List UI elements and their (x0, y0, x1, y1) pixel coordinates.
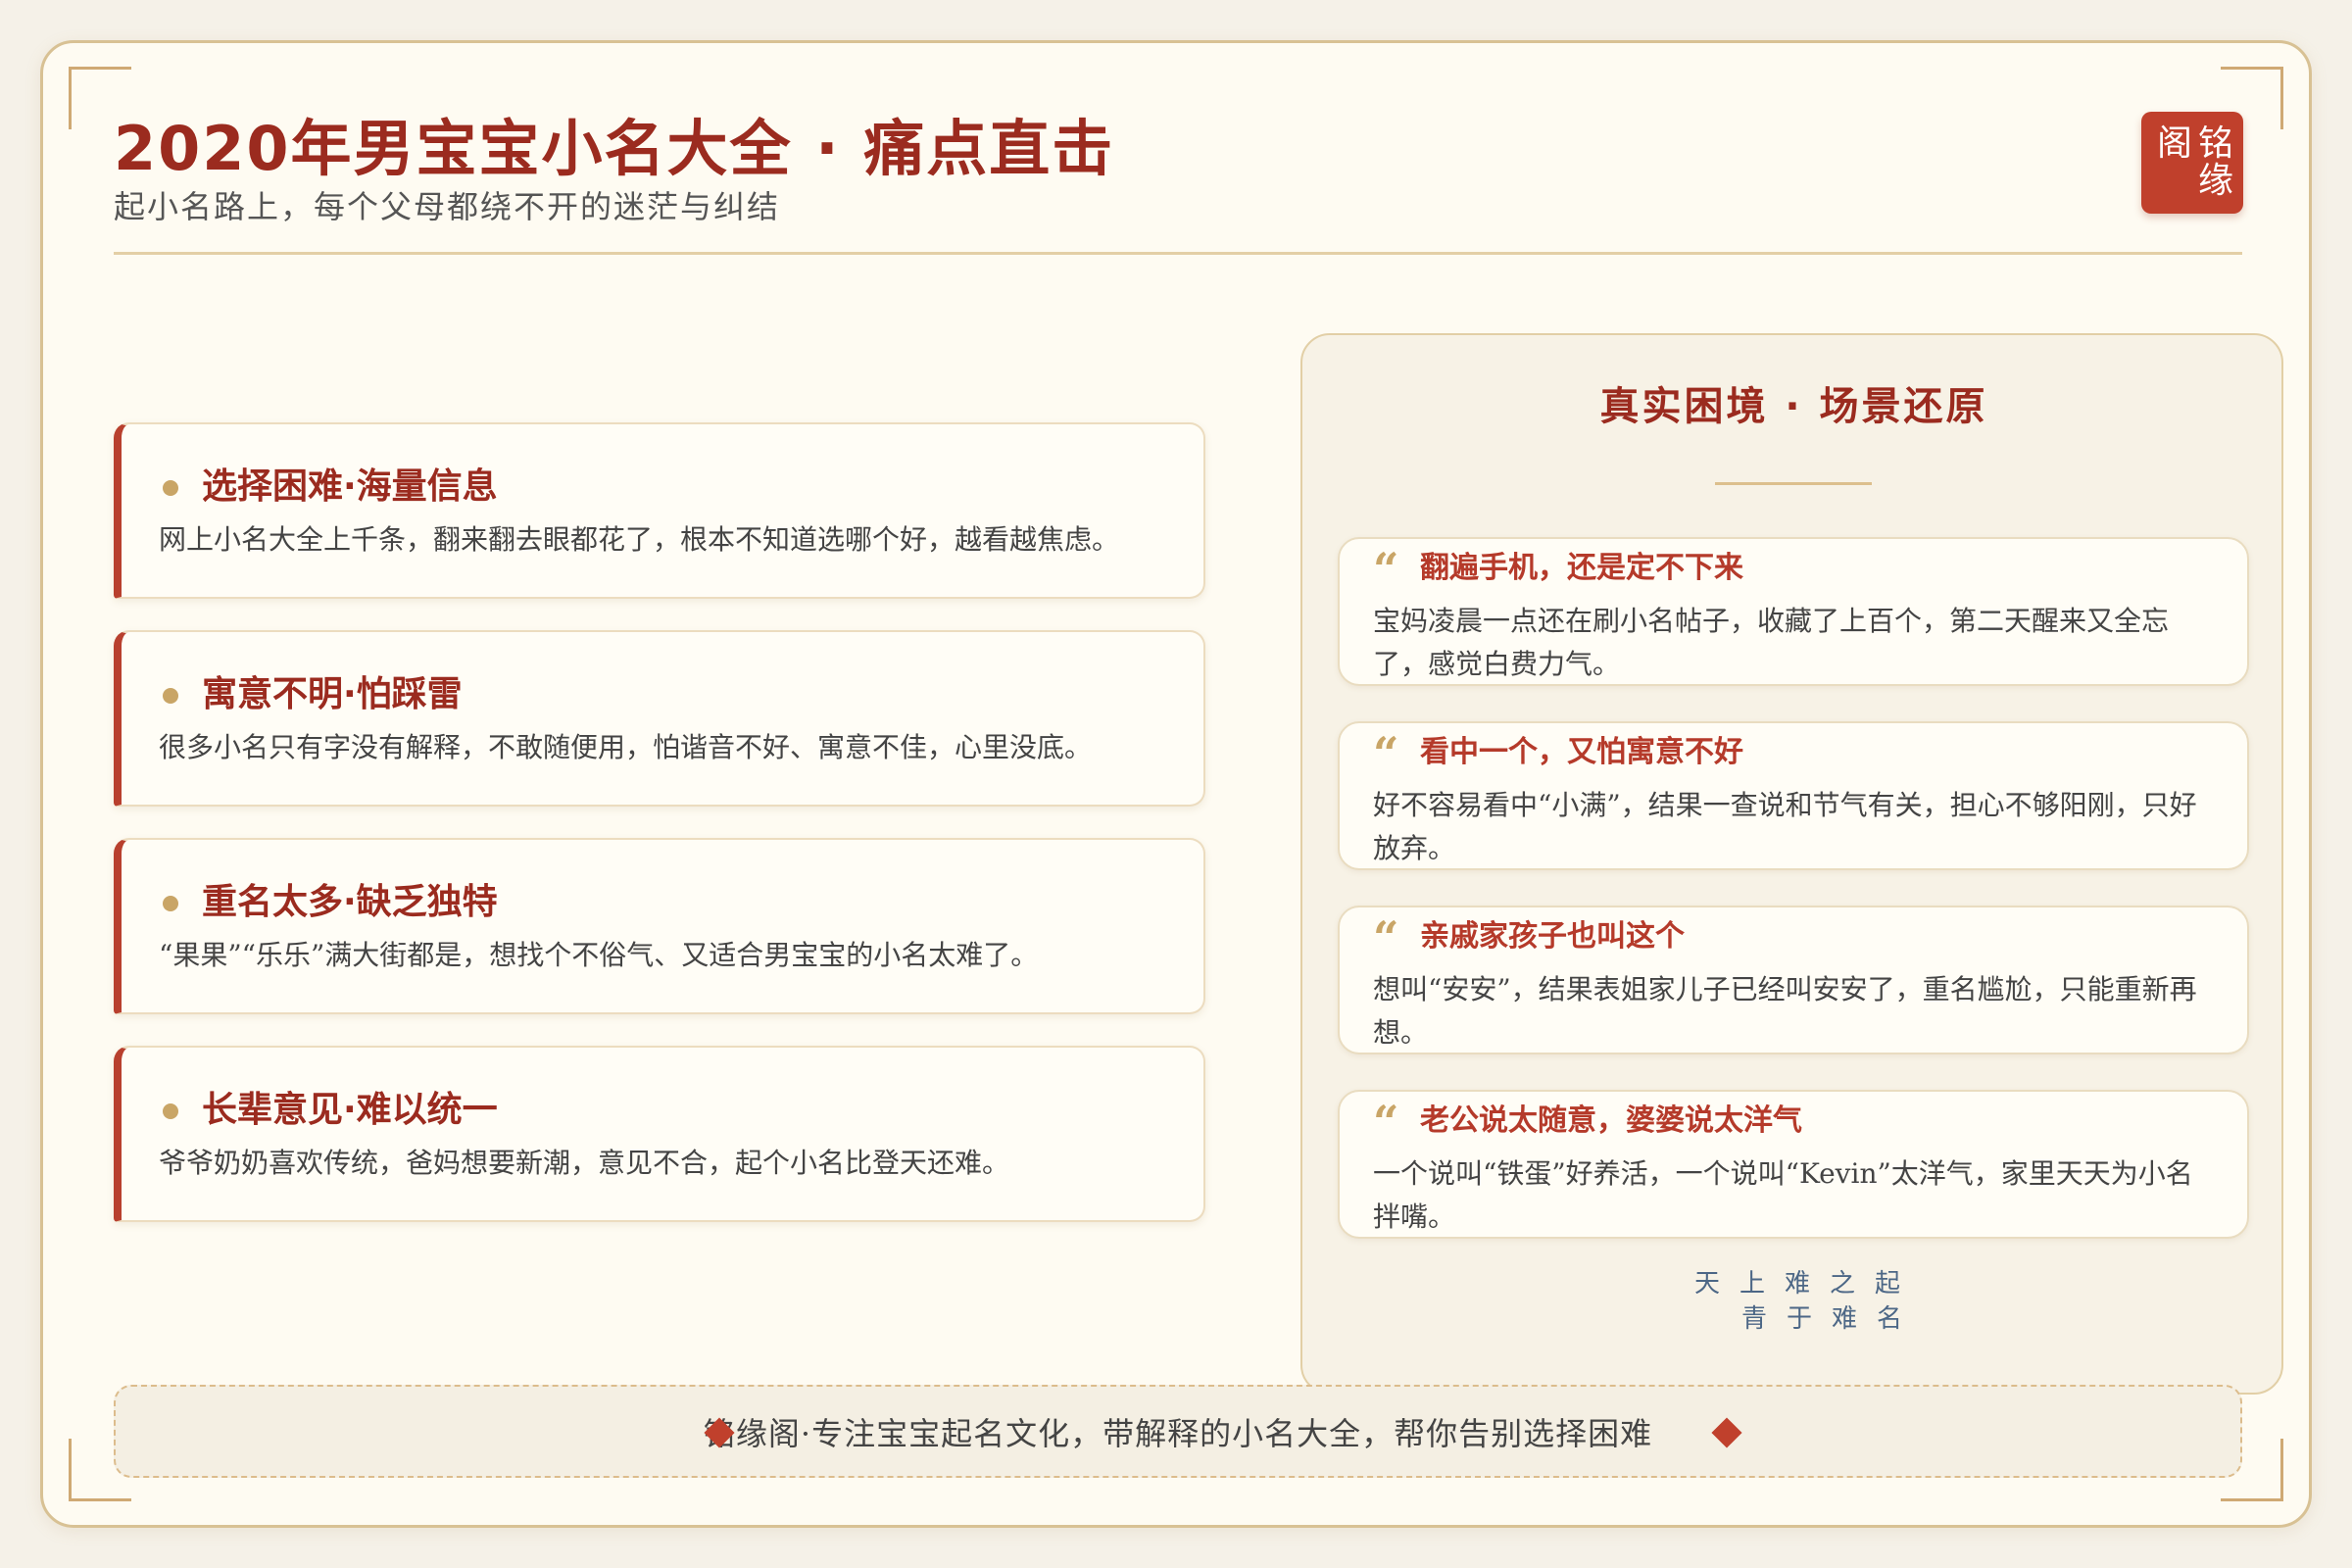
quote-mark-icon: “ (1373, 1096, 1399, 1149)
scene-title: 翻遍手机，还是定不下来 (1420, 551, 1743, 585)
pain-point-text: 爷爷奶奶喜欢传统，爸妈想要新潮，意见不合，起个小名比登天还难。 (159, 1147, 1010, 1179)
footer-banner: 铭缘阁·专注宝宝起名文化，带解释的小名大全，帮你告别选择困难 (114, 1385, 2242, 1478)
poster-card: 2020年男宝宝小名大全 · 痛点直击 起小名路上，每个父母都绕不开的迷茫与纠结… (40, 40, 2312, 1528)
seal-char: 缘 (2198, 161, 2234, 201)
pain-point-text: 网上小名大全上千条，翻来翻去眼都花了，根本不知道选哪个好，越看越焦虑。 (159, 523, 1120, 556)
page-title: 2020年男宝宝小名大全 · 痛点直击 (114, 113, 1115, 184)
bullet-dot-icon (163, 688, 178, 704)
footer-text: 铭缘阁·专注宝宝起名文化，带解释的小名大全，帮你告别选择困难 (703, 1415, 1653, 1452)
header-divider (114, 252, 2242, 255)
quote-mark-icon: “ (1373, 911, 1399, 964)
scene-card: “ 翻遍手机，还是定不下来 宝妈凌晨一点还在刷小名帖子，收藏了上百个，第二天醒来… (1338, 537, 2249, 686)
pain-point-card: 寓意不明·怕踩雷 很多小名只有字没有解释，不敢随便用，怕谐音不好、寓意不佳，心里… (114, 630, 1205, 807)
scene-title: 老公说太随意，婆婆说太洋气 (1420, 1103, 1802, 1138)
quote-mark-icon: “ (1373, 727, 1399, 780)
diamond-icon (1711, 1417, 1742, 1448)
scenes-panel: 真实困境 · 场景还原 “ 翻遍手机，还是定不下来 宝妈凌晨一点还在刷小名帖子，… (1300, 333, 2283, 1395)
pain-point-card: 长辈意见·难以统一 爷爷奶奶喜欢传统，爸妈想要新潮，意见不合，起个小名比登天还难… (114, 1046, 1205, 1222)
poem-verse: 天上难之起 青于难名 (1694, 1266, 1930, 1337)
pain-point-card: 选择困难·海量信息 网上小名大全上千条，翻来翻去眼都花了，根本不知道选哪个好，越… (114, 422, 1205, 599)
seal-char: 铭 (2198, 123, 2234, 164)
scene-card: “ 看中一个，又怕寓意不好 好不容易看中“小满”，结果一查说和节气有关，担心不够… (1338, 721, 2249, 870)
poem-line: 青于难名 (1741, 1304, 1923, 1334)
scene-text: 好不容易看中“小满”，结果一查说和节气有关，担心不够阳刚，只好放弃。 (1373, 789, 2197, 864)
pain-point-title: 重名太多·缺乏独特 (202, 882, 498, 922)
page-subtitle: 起小名路上，每个父母都绕不开的迷茫与纠结 (114, 188, 781, 225)
scene-title: 亲戚家孩子也叫这个 (1420, 919, 1685, 954)
quote-mark-icon: “ (1373, 543, 1399, 596)
scene-title: 看中一个，又怕寓意不好 (1420, 735, 1743, 769)
bullet-dot-icon (163, 896, 178, 911)
scene-text: 宝妈凌晨一点还在刷小名帖子，收藏了上百个，第二天醒来又全忘了，感觉白费力气。 (1373, 605, 2170, 680)
scene-card: “ 老公说太随意，婆婆说太洋气 一个说叫“铁蛋”好养活，一个说叫“Kevin”太… (1338, 1090, 2249, 1239)
scene-text: 一个说叫“铁蛋”好养活，一个说叫“Kevin”太洋气，家里天天为小名拌嘴。 (1373, 1157, 2193, 1233)
scene-card: “ 亲戚家孩子也叫这个 想叫“安安”，结果表姐家儿子已经叫安安了，重名尴尬，只能… (1338, 906, 2249, 1054)
scene-text: 想叫“安安”，结果表姐家儿子已经叫安安了，重名尴尬，只能重新再想。 (1373, 973, 2197, 1049)
pain-point-text: 很多小名只有字没有解释，不敢随便用，怕谐音不好、寓意不佳，心里没底。 (159, 731, 1093, 763)
pain-point-card: 重名太多·缺乏独特 “果果”“乐乐”满大街都是，想找个不俗气、又适合男宝宝的小名… (114, 838, 1205, 1014)
scenes-panel-title: 真实困境 · 场景还原 (1599, 384, 1988, 429)
poem-line: 天上难之起 (1694, 1269, 1921, 1298)
bullet-dot-icon (163, 1103, 178, 1119)
seal-stamp: 铭 阁 缘 (2141, 112, 2243, 214)
pain-point-title: 寓意不明·怕踩雷 (202, 674, 463, 714)
seal-char: 阁 (2157, 123, 2193, 164)
pain-point-title: 长辈意见·难以统一 (202, 1090, 498, 1130)
pain-point-title: 选择困难·海量信息 (202, 466, 498, 507)
bullet-dot-icon (163, 480, 178, 496)
pain-point-text: “果果”“乐乐”满大街都是，想找个不俗气、又适合男宝宝的小名太难了。 (159, 939, 1039, 971)
scenes-panel-divider (1715, 482, 1872, 485)
